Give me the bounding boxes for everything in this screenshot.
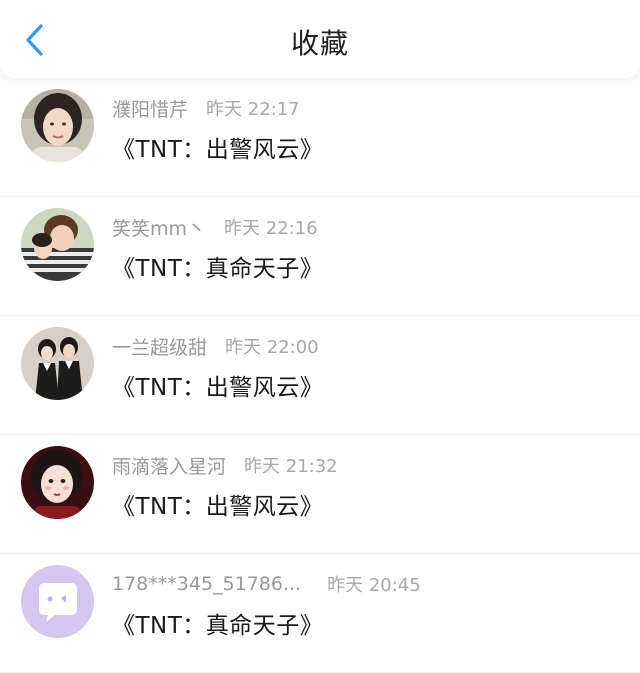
avatar[interactable] (21, 89, 94, 162)
timestamp: 昨天 22:00 (225, 337, 319, 358)
page-title: 收藏 (290, 27, 349, 60)
list-item[interactable]: 178***345_51786... 昨天 20:45 《TNT：真命天子》 (0, 554, 640, 673)
favorite-title: 《TNT：出警风云》 (112, 375, 324, 401)
top-bar: 收藏 (0, 0, 640, 78)
timestamp: 昨天 20:45 (327, 575, 421, 596)
username: 雨滴落入星河 (112, 455, 227, 478)
favorites-list: 濮阳惜芹 昨天 22:17 《TNT：出警风云》 笑笑mm丶 昨天 22:16 … (0, 78, 640, 673)
favorite-title: 《TNT：出警风云》 (112, 137, 324, 163)
list-item[interactable]: 濮阳惜芹 昨天 22:17 《TNT：出警风云》 (0, 78, 640, 197)
list-item[interactable]: 雨滴落入星河 昨天 21:32 《TNT：出警风云》 (0, 435, 640, 554)
avatar[interactable] (21, 327, 94, 400)
username: 濮阳惜芹 (112, 98, 189, 121)
list-item[interactable]: 一兰超级甜 昨天 22:00 《TNT：出警风云》 (0, 316, 640, 435)
timestamp: 昨天 22:17 (206, 99, 300, 120)
username: 178***345_51786... (112, 573, 302, 595)
username: 一兰超级甜 (112, 336, 208, 359)
list-item[interactable]: 笑笑mm丶 昨天 22:16 《TNT：真命天子》 (0, 197, 640, 316)
timestamp: 昨天 21:32 (244, 456, 338, 477)
avatar[interactable] (21, 208, 94, 281)
avatar[interactable] (21, 565, 94, 638)
username: 笑笑mm丶 (112, 217, 207, 240)
default-chat-bubble-icon (21, 565, 94, 638)
timestamp: 昨天 22:16 (224, 218, 318, 239)
favorite-title: 《TNT：真命天子》 (112, 613, 324, 639)
avatar[interactable] (21, 446, 94, 519)
favorite-title: 《TNT：真命天子》 (112, 256, 324, 282)
favorite-title: 《TNT：出警风云》 (112, 494, 324, 520)
